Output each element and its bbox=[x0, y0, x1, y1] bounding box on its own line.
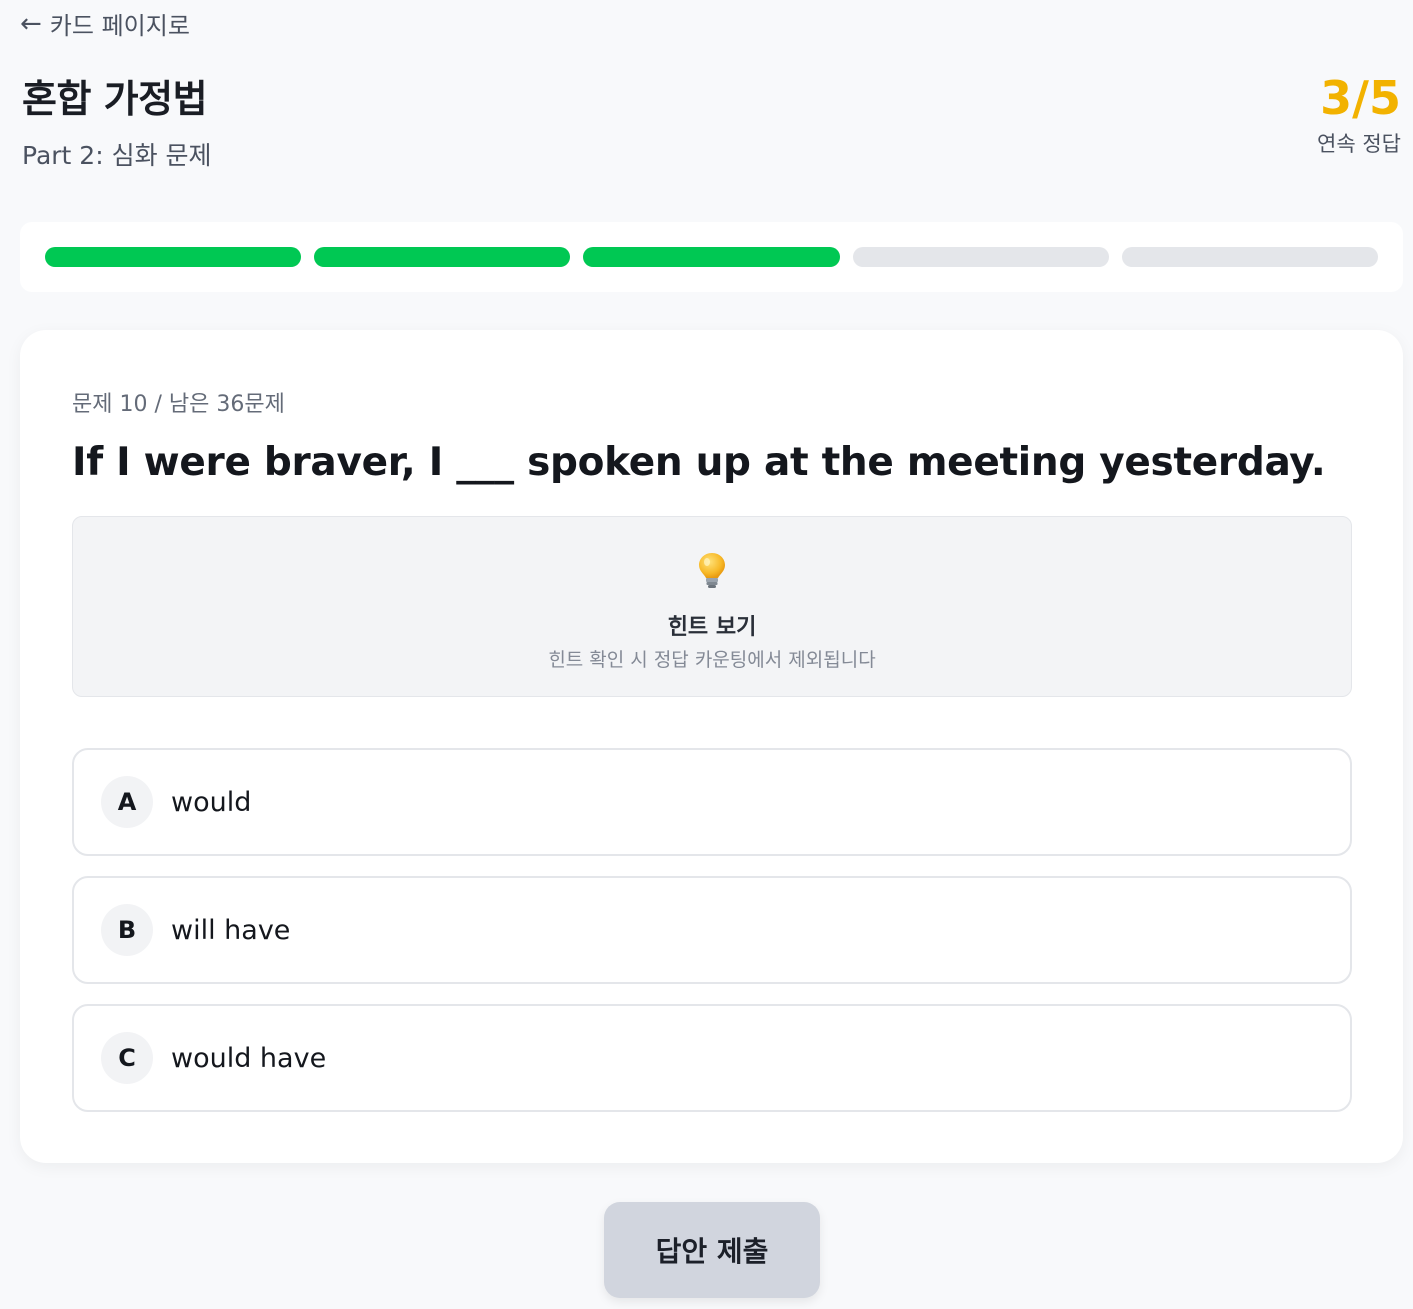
streak-count: 3/5 bbox=[1320, 71, 1401, 125]
back-link-label: 카드 페이지로 bbox=[49, 12, 190, 40]
back-to-cards-link[interactable]: ← 카드 페이지로 bbox=[20, 6, 190, 41]
answer-option-c[interactable]: C would have bbox=[72, 1004, 1352, 1112]
option-letter-badge: B bbox=[101, 904, 153, 956]
option-text: will have bbox=[171, 914, 291, 946]
option-text: would have bbox=[171, 1042, 327, 1074]
progress-segment-3 bbox=[583, 247, 840, 267]
page-title: 혼합 가정법 bbox=[22, 77, 208, 121]
quiz-page: ← 카드 페이지로 혼합 가정법 Part 2: 심화 문제 3/5 연속 정답… bbox=[0, 0, 1413, 1309]
page-subtitle: Part 2: 심화 문제 bbox=[22, 141, 212, 170]
show-hint-button[interactable]: 힌트 보기 힌트 확인 시 정답 카운팅에서 제외됩니다 bbox=[72, 516, 1352, 697]
progress-segment-4 bbox=[852, 247, 1109, 267]
option-letter-badge: C bbox=[101, 1032, 153, 1084]
answer-option-a[interactable]: A would bbox=[72, 748, 1352, 856]
progress-segment-2 bbox=[314, 247, 571, 267]
arrow-left-icon: ← bbox=[20, 8, 42, 39]
question-card: 문제 10 / 남은 36문제 If I were braver, I ___ … bbox=[20, 330, 1403, 1163]
submit-answer-button[interactable]: 답안 제출 bbox=[604, 1202, 820, 1298]
progress-segment-5 bbox=[1121, 247, 1379, 267]
lightbulb-icon bbox=[699, 553, 725, 588]
progress-segment-1 bbox=[45, 247, 302, 267]
question-text: If I were braver, I ___ spoken up at the… bbox=[72, 440, 1326, 485]
streak-label: 연속 정답 bbox=[1317, 132, 1401, 157]
progress-bar bbox=[20, 222, 1403, 292]
answer-option-b[interactable]: B will have bbox=[72, 876, 1352, 984]
option-text: would bbox=[171, 786, 252, 818]
hint-title: 힌트 보기 bbox=[667, 615, 757, 640]
hint-description: 힌트 확인 시 정답 카운팅에서 제외됩니다 bbox=[548, 649, 876, 671]
streak-counter: 3/5 연속 정답 bbox=[1317, 74, 1401, 158]
option-letter-badge: A bbox=[101, 776, 153, 828]
question-counter: 문제 10 / 남은 36문제 bbox=[72, 392, 285, 417]
